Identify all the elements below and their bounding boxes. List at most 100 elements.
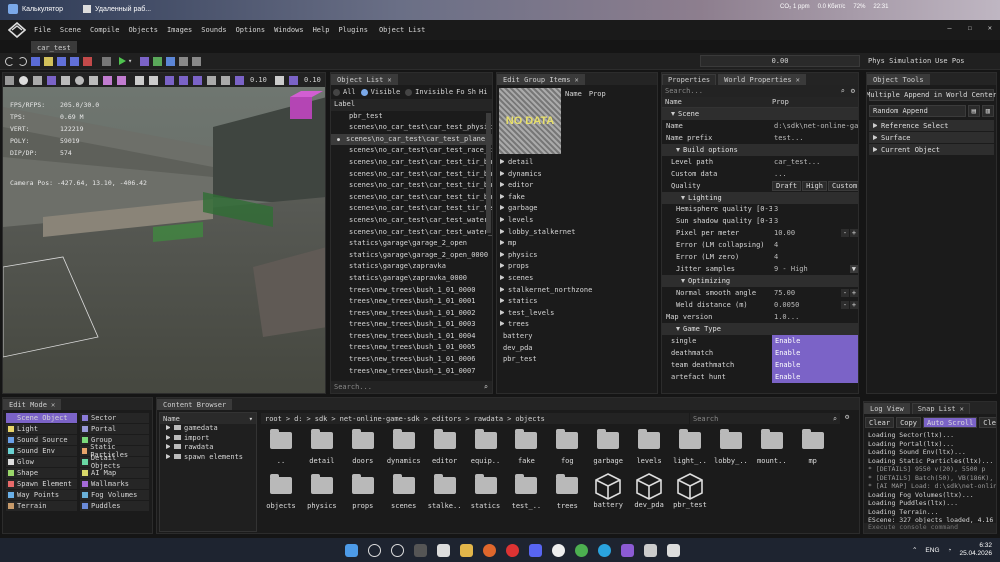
new-icon[interactable] (31, 56, 40, 66)
content-item[interactable]: props (343, 474, 383, 510)
property-value[interactable]: test... (772, 132, 858, 144)
filter-fo[interactable]: Fo (456, 88, 464, 96)
list-item[interactable]: trees\new_trees\bush_1_01_0004 (331, 331, 492, 343)
settings-icon[interactable] (102, 56, 111, 66)
clear-button[interactable]: Clear (865, 417, 895, 428)
content-item[interactable]: mount.. (752, 429, 792, 465)
close-icon[interactable]: ✕ (988, 24, 992, 32)
chevron-down-icon[interactable] (681, 195, 685, 200)
mode-light[interactable]: Light (6, 423, 77, 435)
group-item[interactable]: levels (497, 215, 657, 227)
content-item[interactable]: statics (466, 474, 506, 510)
widgets-icon[interactable] (414, 543, 427, 557)
property-row[interactable]: Lighting (662, 191, 858, 204)
chevron-down-icon[interactable] (676, 326, 680, 331)
property-row[interactable]: Error (LM collapsing) 4 (662, 239, 858, 251)
menu-options[interactable]: Options (236, 26, 266, 34)
select-icon[interactable] (47, 75, 56, 85)
snap-grid-toggle-icon[interactable] (193, 75, 202, 85)
play-icon[interactable] (119, 57, 126, 65)
group-item[interactable]: pbr_test (497, 354, 657, 366)
time-value[interactable]: 0.00 (772, 57, 789, 65)
property-value[interactable]: 75.00- + (772, 287, 858, 299)
object-search-input[interactable]: Search... (334, 383, 372, 391)
list-item[interactable]: scenes\no_car_test\car_test_water_0 (331, 227, 492, 239)
angle-snap-icon[interactable] (289, 75, 298, 85)
tab-object-list[interactable]: Object List ✕ (331, 74, 398, 85)
snap-vertex-icon[interactable] (179, 75, 188, 85)
filter-hi[interactable]: Hi (479, 88, 487, 96)
group-item[interactable]: scenes (497, 273, 657, 285)
property-value[interactable]: ... (772, 168, 858, 180)
redo-icon[interactable] (18, 56, 27, 66)
mode-scene-object[interactable]: Scene Object (6, 413, 77, 424)
list-item[interactable]: scenes\no_car_test\car_test_tir_bui (331, 192, 492, 204)
settings-icon[interactable]: ⚙ (845, 413, 849, 421)
mode-terrain[interactable]: Terrain (6, 500, 77, 512)
increment-icon[interactable]: + (850, 229, 858, 238)
chevron-down-icon[interactable]: ▼ (849, 265, 858, 274)
property-row[interactable]: Sun shadow quality [0-3] 3 (662, 215, 858, 227)
snap-rotate-icon[interactable] (235, 75, 244, 85)
snap-move-value[interactable]: 0.10 (250, 76, 272, 84)
close-icon[interactable]: ✕ (796, 76, 800, 84)
chevron-down-icon[interactable] (676, 147, 680, 152)
close-icon[interactable]: ✕ (51, 401, 55, 409)
tab-log-view[interactable]: Log View (864, 403, 910, 414)
property-value[interactable]: Enable (772, 346, 858, 359)
browser-tab-remote[interactable]: Удаленный раб... (95, 6, 151, 13)
save-as-icon[interactable] (70, 56, 79, 66)
property-row[interactable]: Map version 1.0... (662, 311, 858, 323)
list-item[interactable]: statics\garage\zapravka_0000 (331, 273, 492, 285)
property-value[interactable]: 0.0050- + (772, 299, 858, 311)
content-item[interactable]: garbage (588, 429, 628, 465)
group-item[interactable]: detail (497, 157, 657, 169)
menu-help[interactable]: Help (313, 26, 330, 34)
mode-sound-env[interactable]: Sound Env (6, 445, 77, 457)
tab-object-tools[interactable]: Object Tools (867, 74, 930, 85)
group-item[interactable]: trees (497, 319, 657, 331)
property-row[interactable]: Scene (662, 108, 858, 120)
snap-angle-icon[interactable] (207, 75, 216, 85)
sound-icon[interactable] (166, 56, 176, 66)
save-icon[interactable] (57, 56, 66, 66)
property-value[interactable]: 3 (772, 215, 858, 227)
chatgpt-icon[interactable] (391, 543, 404, 557)
group-item[interactable]: lobby_stalkernet (497, 227, 657, 239)
mode-wallmarks[interactable]: Wallmarks (79, 478, 149, 490)
phys-sim-button[interactable]: Phys Simulation (868, 57, 931, 65)
terminal-icon[interactable] (644, 543, 657, 557)
content-item[interactable]: light_.. (670, 429, 710, 465)
axis-icon[interactable] (135, 75, 144, 85)
group-item[interactable]: statics (497, 296, 657, 308)
tab-edit-group-items[interactable]: Edit Group Items ✕ (497, 74, 585, 85)
group-item[interactable]: physics (497, 250, 657, 262)
list-item[interactable]: trees\new_trees\bush_1_01_0007 (331, 366, 492, 376)
tab-world-properties[interactable]: World Properties ✕ (718, 74, 806, 85)
quality-high-button[interactable]: High (802, 180, 827, 191)
content-item[interactable]: test_.. (506, 474, 546, 510)
mode-sound-source[interactable]: Sound Source (6, 434, 77, 446)
group-item[interactable]: editor (497, 180, 657, 192)
close-icon[interactable]: ✕ (574, 76, 578, 84)
list-item[interactable]: trees\new_trees\bush_1_01_0003 (331, 319, 492, 331)
list-item[interactable]: scenes\no_car_test\car_test_tir_bui (331, 180, 492, 192)
list-item[interactable]: trees\new_trees\bush_1_01_0006 (331, 354, 492, 366)
visual-studio-icon[interactable] (621, 543, 634, 557)
tab-content-browser[interactable]: Content Browser (157, 399, 233, 410)
property-row[interactable]: deathmatch Enable (662, 346, 858, 359)
list-item[interactable]: trees\new_trees\bush_1_01_0002 (331, 308, 492, 320)
scrollbar[interactable] (486, 113, 491, 233)
content-item[interactable]: objects (261, 474, 301, 510)
snap-icon[interactable] (103, 75, 112, 85)
content-item[interactable]: levels (629, 429, 669, 465)
menu-file[interactable]: File (34, 26, 51, 34)
content-item[interactable]: trees (547, 474, 587, 510)
content-item[interactable]: editor (425, 429, 465, 465)
breadcrumb-segment[interactable]: d: (294, 415, 302, 423)
decrement-icon[interactable]: - (841, 289, 849, 298)
breadcrumb-segment[interactable]: objects (515, 415, 545, 423)
property-row[interactable]: Quality Draft High Custom (662, 180, 858, 192)
property-row[interactable]: Error (LM zero) 4 (662, 251, 858, 263)
content-item[interactable]: battery (588, 473, 628, 509)
